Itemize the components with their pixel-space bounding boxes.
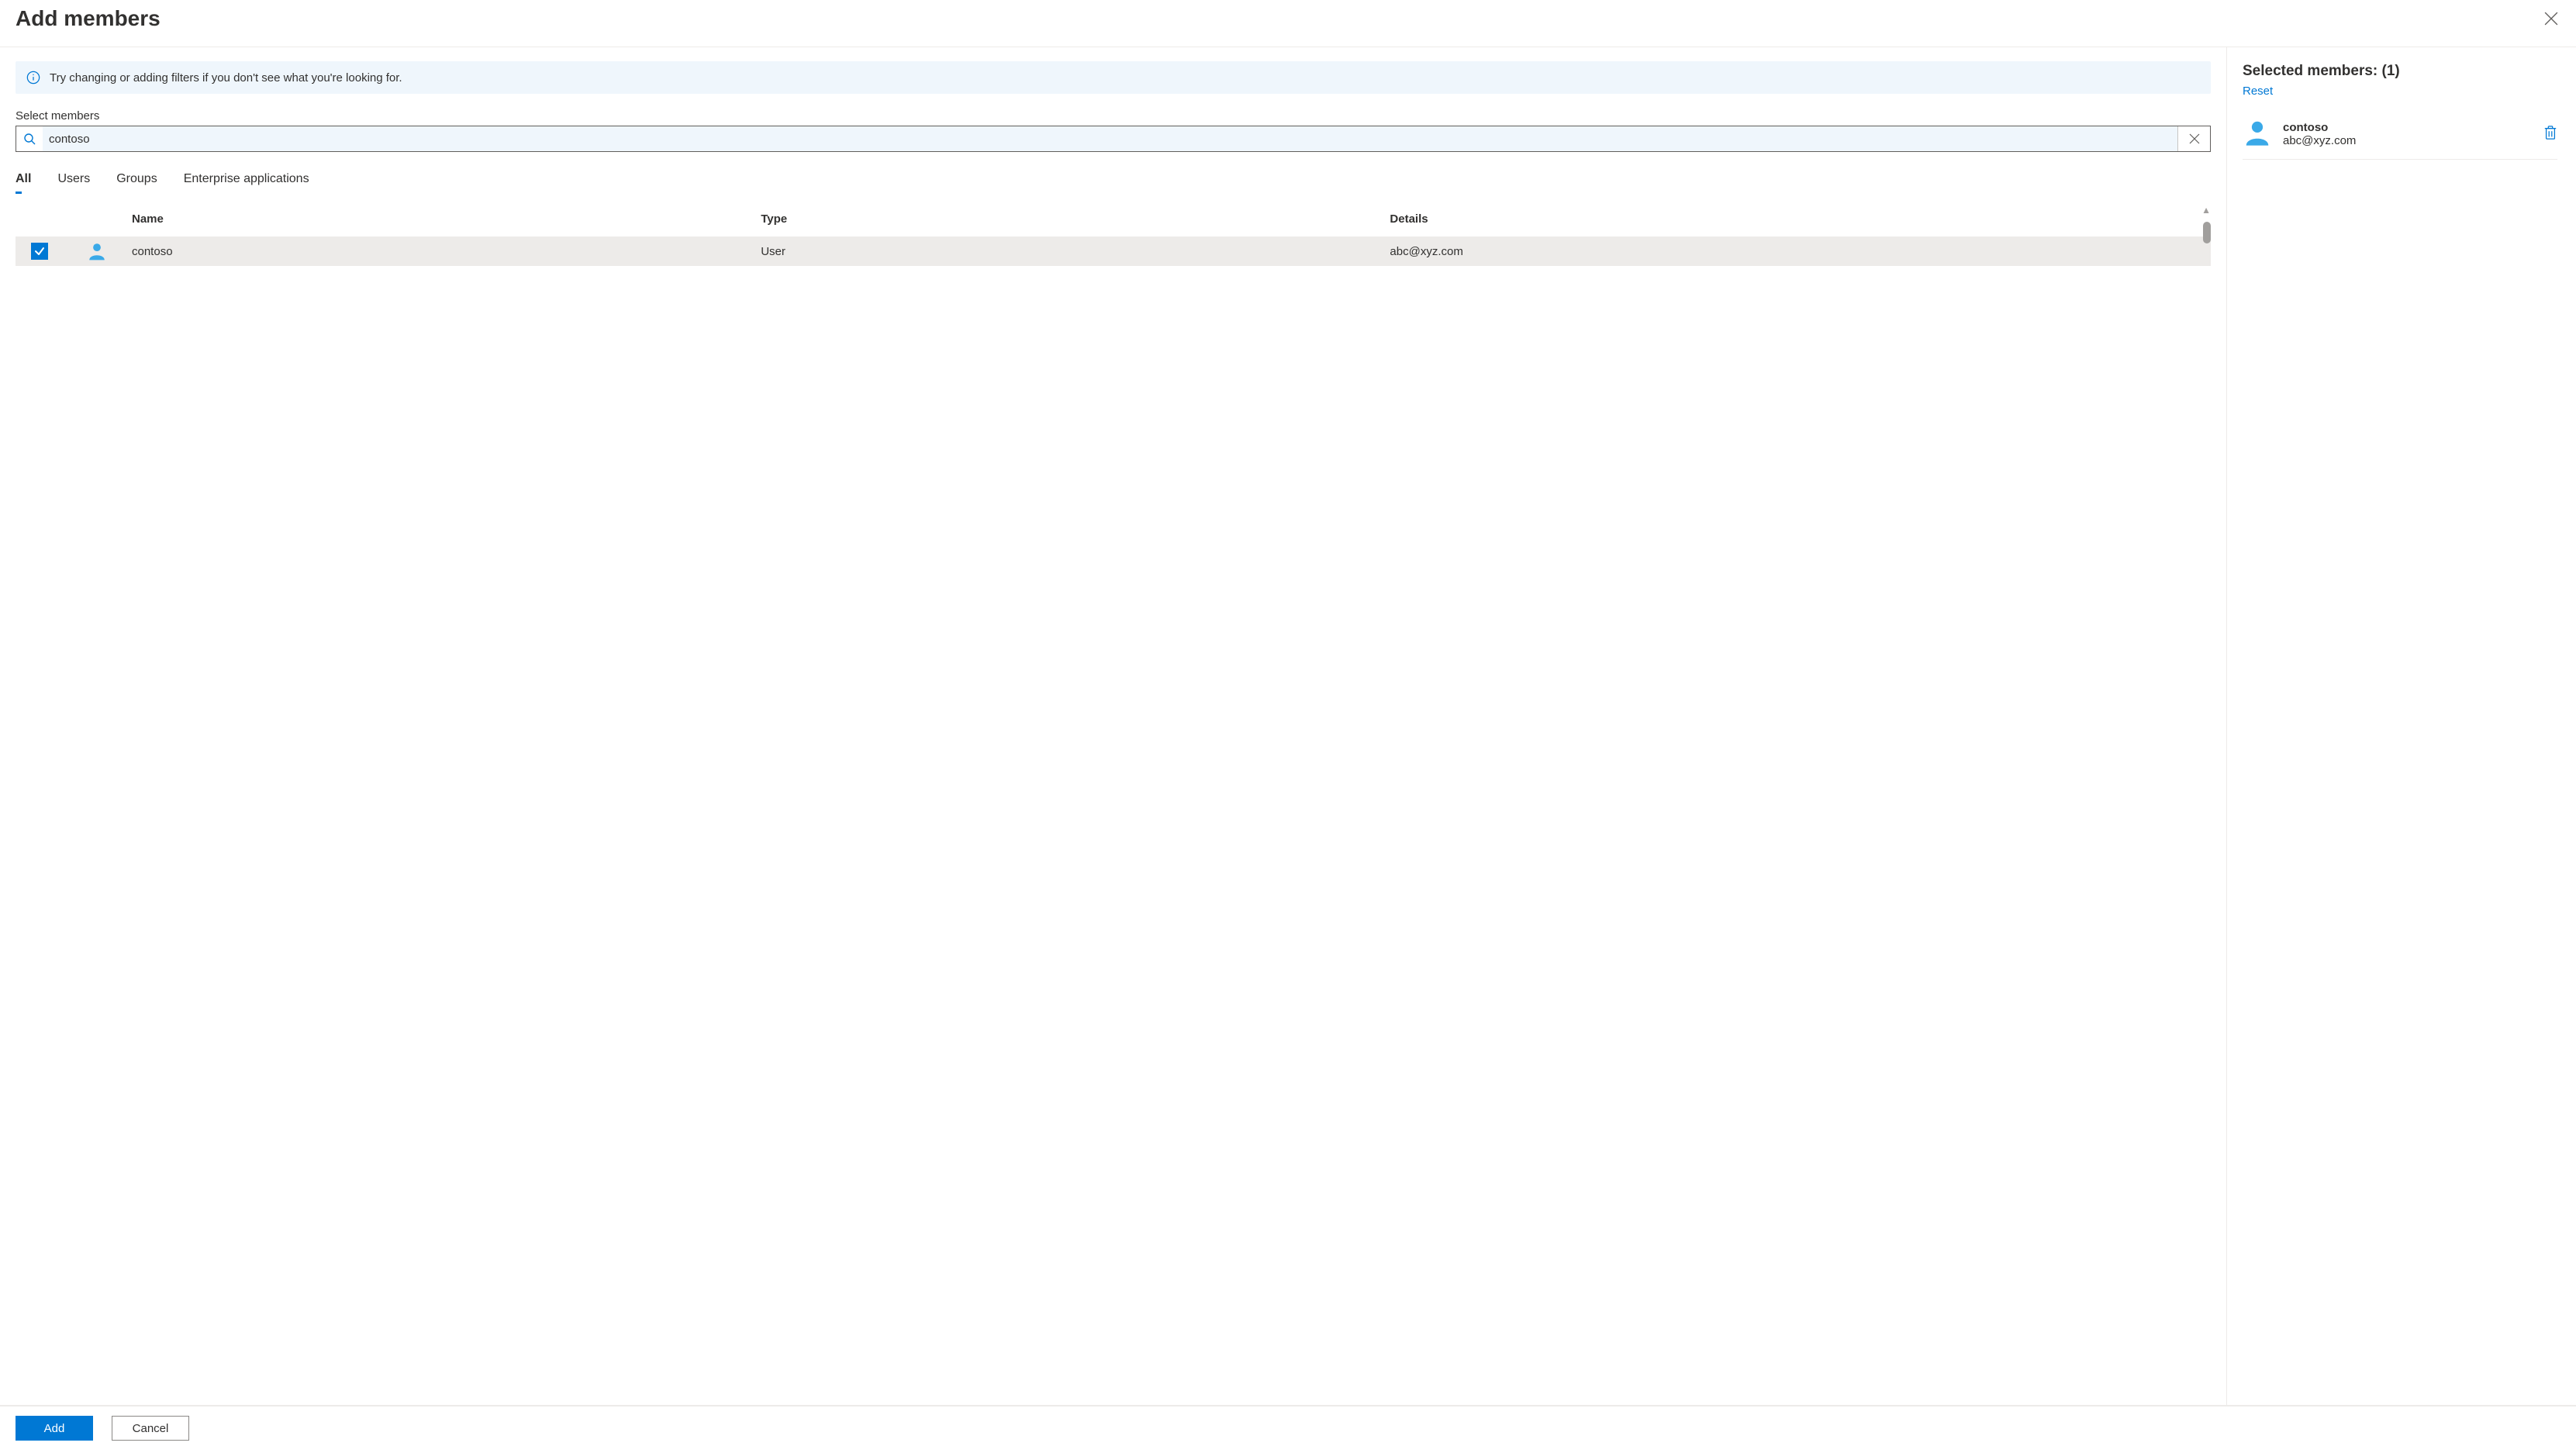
selected-member-detail: abc@xyz.com bbox=[2283, 134, 2533, 147]
footer: Add Cancel bbox=[0, 1406, 2576, 1453]
close-button[interactable] bbox=[2542, 9, 2560, 28]
clear-search-button[interactable] bbox=[2177, 126, 2210, 151]
col-name: Name bbox=[132, 212, 761, 226]
row-details: abc@xyz.com bbox=[1390, 245, 2208, 258]
info-text: Try changing or adding filters if you do… bbox=[50, 71, 402, 85]
column-headers: Name Type Details bbox=[16, 205, 2211, 236]
reset-link[interactable]: Reset bbox=[2243, 85, 2557, 98]
tab-users[interactable]: Users bbox=[57, 169, 90, 194]
row-type: User bbox=[761, 245, 1390, 258]
add-button[interactable]: Add bbox=[16, 1416, 93, 1441]
close-icon bbox=[2189, 133, 2200, 144]
selected-members-heading: Selected members: (1) bbox=[2243, 63, 2557, 80]
selected-member-name: contoso bbox=[2283, 121, 2533, 134]
selected-member-item: contoso abc@xyz.com bbox=[2243, 112, 2557, 160]
col-type: Type bbox=[761, 212, 1390, 226]
row-name: contoso bbox=[132, 245, 761, 258]
search-label: Select members bbox=[16, 109, 2211, 123]
search-input[interactable] bbox=[43, 126, 2177, 151]
panel-title: Add members bbox=[16, 6, 161, 31]
check-icon bbox=[34, 246, 45, 257]
tab-enterprise-applications[interactable]: Enterprise applications bbox=[184, 169, 309, 194]
filter-tabs: All Users Groups Enterprise applications bbox=[16, 169, 2211, 194]
search-icon bbox=[16, 126, 43, 151]
trash-icon bbox=[2543, 125, 2557, 140]
close-icon bbox=[2544, 12, 2558, 26]
tab-groups[interactable]: Groups bbox=[116, 169, 157, 194]
results-list: ▲ Name Type Details bbox=[16, 205, 2211, 1405]
cancel-button[interactable]: Cancel bbox=[112, 1416, 189, 1441]
tab-all[interactable]: All bbox=[16, 169, 31, 194]
info-icon bbox=[26, 71, 40, 85]
row-checkbox[interactable] bbox=[31, 243, 48, 260]
search-box[interactable] bbox=[16, 126, 2211, 152]
user-icon bbox=[2243, 118, 2272, 150]
result-row[interactable]: contoso User abc@xyz.com bbox=[16, 236, 2211, 266]
scrollbar-thumb[interactable] bbox=[2203, 222, 2211, 243]
info-banner: Try changing or adding filters if you do… bbox=[16, 61, 2211, 94]
scroll-up-arrow-icon[interactable]: ▲ bbox=[2201, 205, 2211, 216]
remove-selected-button[interactable] bbox=[2543, 125, 2557, 143]
col-details: Details bbox=[1390, 212, 2208, 226]
user-icon bbox=[62, 241, 132, 261]
